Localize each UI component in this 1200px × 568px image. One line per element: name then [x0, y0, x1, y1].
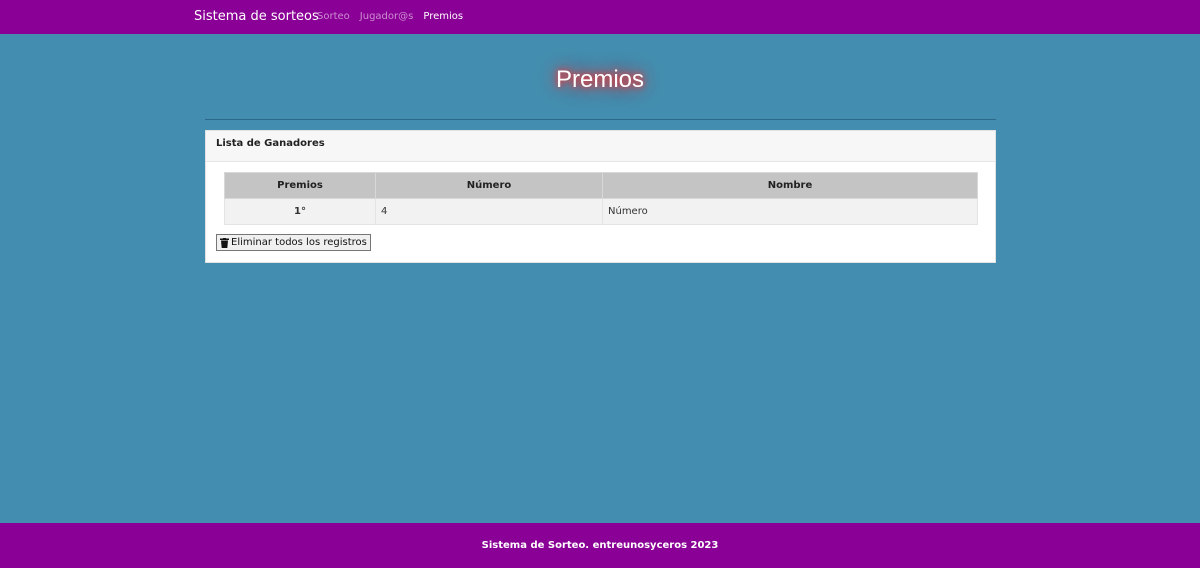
nav-link-premios[interactable]: Premios [423, 11, 463, 22]
winners-table: Premios Número Nombre 1° 4 Número [224, 172, 978, 225]
table-row: 1° 4 Número [224, 198, 978, 225]
delete-all-button[interactable]: Eliminar todos los registros [216, 234, 371, 251]
page-title: Premios [555, 66, 645, 93]
table-header-row: Premios Número Nombre [224, 172, 978, 199]
column-header-nombre: Nombre [602, 172, 978, 199]
card-header: Lista de Ganadores [206, 131, 995, 162]
winners-card: Lista de Ganadores Premios Número Nombre… [205, 130, 996, 263]
column-header-numero: Número [375, 172, 603, 199]
trash-icon [220, 237, 229, 248]
column-header-premios: Premios [224, 172, 376, 199]
cell-nombre: Número [602, 198, 978, 225]
navbar: Sistema de sorteos Sorteo Jugador@s Prem… [0, 0, 1200, 34]
nav-link-sorteo[interactable]: Sorteo [317, 11, 350, 22]
delete-all-label: Eliminar todos los registros [231, 237, 367, 248]
nav-links: Sorteo Jugador@s Premios [317, 11, 463, 22]
footer: Sistema de Sorteo. entreunosyceros 2023 [0, 523, 1200, 568]
nav-link-jugadores[interactable]: Jugador@s [360, 11, 414, 22]
cell-numero: 4 [375, 198, 603, 225]
title-divider [205, 119, 996, 120]
brand-link[interactable]: Sistema de sorteos [194, 9, 319, 24]
cell-premio: 1° [224, 198, 376, 225]
